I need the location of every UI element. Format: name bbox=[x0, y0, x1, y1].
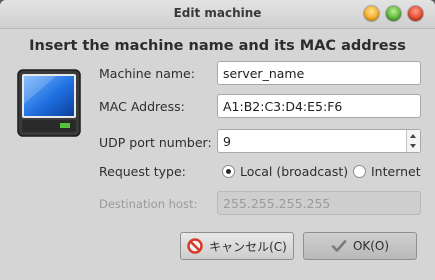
udp-port-value: 9 bbox=[223, 134, 231, 149]
request-type-label: Request type: bbox=[99, 164, 186, 179]
machine-name-input[interactable]: server_name bbox=[217, 61, 421, 85]
radio-local-broadcast[interactable] bbox=[222, 165, 235, 178]
spin-up-icon[interactable] bbox=[410, 134, 416, 138]
minimize-icon[interactable] bbox=[364, 6, 379, 21]
destination-host-label: Destination host: bbox=[99, 197, 198, 211]
radio-internet-label[interactable]: Internet bbox=[371, 164, 421, 179]
ok-button[interactable]: OK(O) bbox=[303, 232, 417, 260]
maximize-icon[interactable] bbox=[386, 6, 401, 21]
spin-arrows[interactable] bbox=[406, 130, 420, 152]
ok-button-label: OK(O) bbox=[352, 239, 390, 253]
radio-internet[interactable] bbox=[353, 165, 366, 178]
udp-port-spinbox[interactable]: 9 bbox=[217, 129, 421, 153]
udp-port-label: UDP port number: bbox=[99, 135, 212, 150]
computer-monitor-icon bbox=[17, 69, 81, 137]
close-icon[interactable] bbox=[408, 6, 423, 21]
cancel-button[interactable]: キャンセル(C) bbox=[180, 232, 294, 260]
cancel-button-label: キャンセル(C) bbox=[209, 239, 287, 254]
spin-down-icon[interactable] bbox=[410, 144, 416, 148]
cancel-icon bbox=[187, 238, 203, 254]
edit-machine-dialog: Edit machine Insert the machine name and… bbox=[0, 0, 435, 280]
checkmark-icon bbox=[331, 240, 347, 252]
mac-address-input[interactable]: A1:B2:C3:D4:E5:F6 bbox=[217, 94, 421, 118]
dialog-heading: Insert the machine name and its MAC addr… bbox=[29, 38, 406, 54]
mac-address-label: MAC Address: bbox=[99, 99, 185, 114]
radio-local-broadcast-label[interactable]: Local (broadcast) bbox=[240, 164, 348, 179]
machine-name-label: Machine name: bbox=[99, 66, 195, 81]
title-bar[interactable]: Edit machine bbox=[0, 0, 435, 29]
destination-host-input: 255.255.255.255 bbox=[217, 191, 421, 215]
